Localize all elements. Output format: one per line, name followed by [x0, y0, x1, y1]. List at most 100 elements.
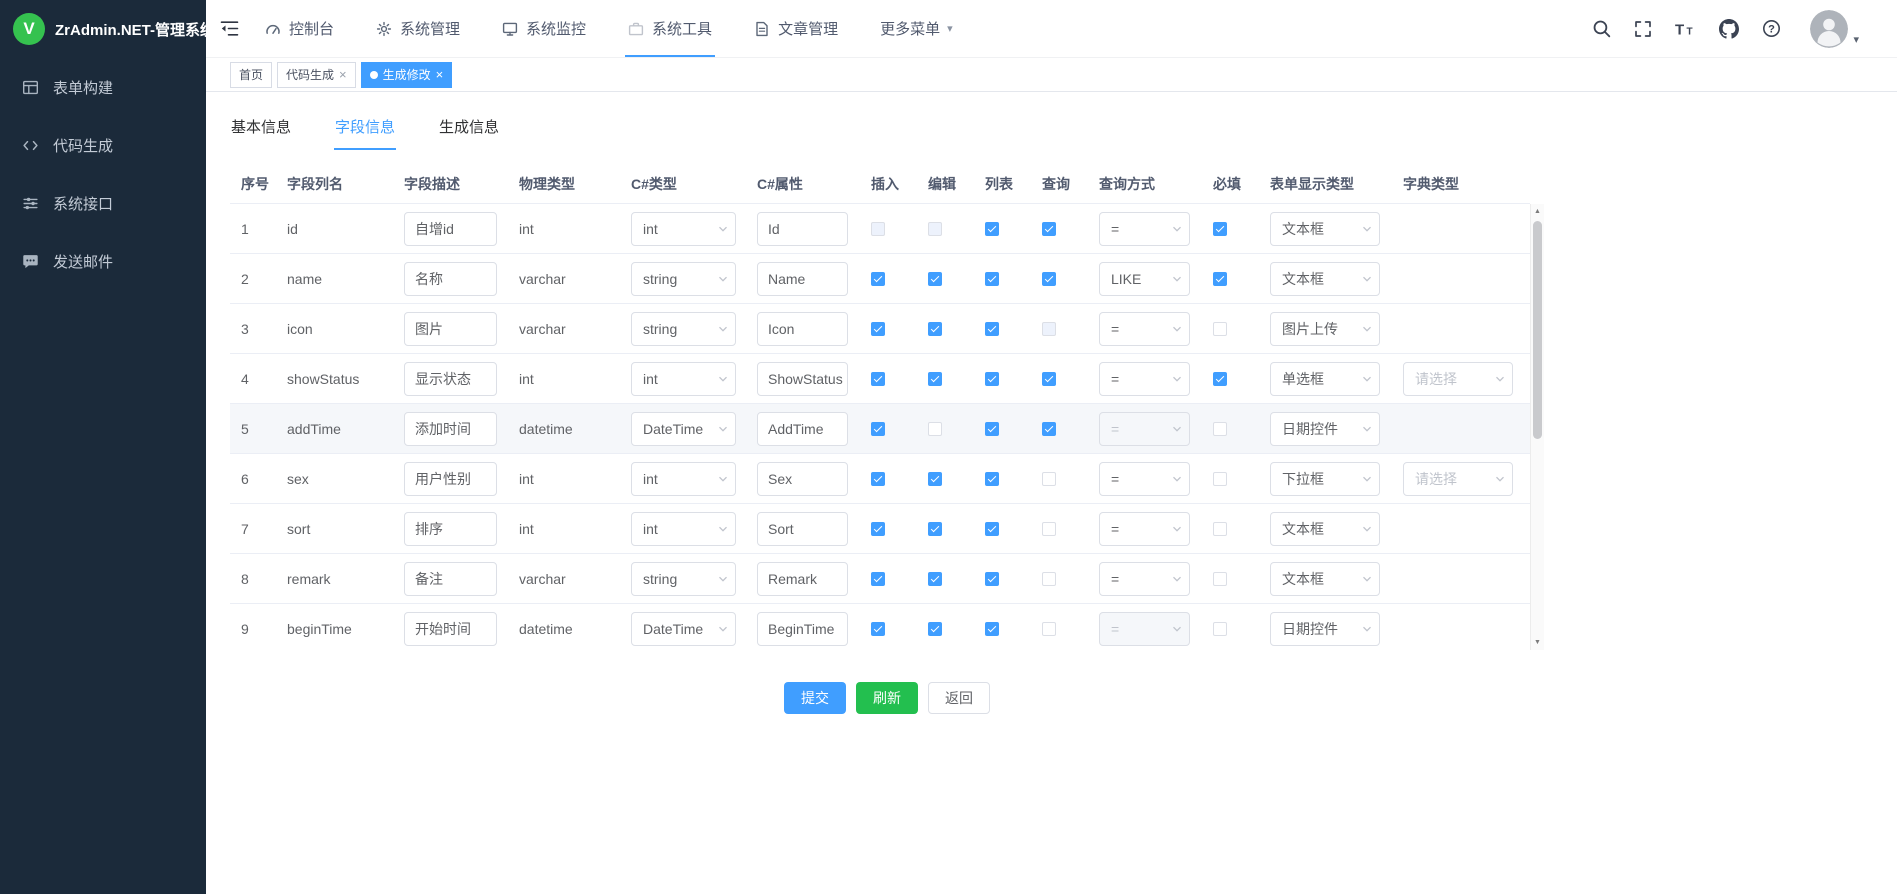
field-description-input[interactable]: 开始时间 — [404, 612, 497, 646]
tab-2[interactable]: 生成信息 — [438, 114, 500, 150]
required-checkbox[interactable] — [1213, 422, 1227, 436]
field-description-input[interactable]: 添加时间 — [404, 412, 497, 446]
back-button[interactable]: 返回 — [928, 682, 990, 714]
csharp-type-select[interactable]: int — [631, 362, 736, 396]
required-checkbox[interactable] — [1213, 372, 1227, 386]
help-icon[interactable]: ? — [1762, 19, 1781, 38]
csharp-property-input[interactable]: ShowStatus — [757, 362, 848, 396]
scroll-down-icon[interactable]: ▼ — [1531, 635, 1544, 650]
query-checkbox[interactable] — [1042, 572, 1056, 586]
query-method-select[interactable]: = — [1099, 462, 1190, 496]
insert-checkbox[interactable] — [871, 372, 885, 386]
required-checkbox[interactable] — [1213, 472, 1227, 486]
required-checkbox[interactable] — [1213, 522, 1227, 536]
csharp-property-input[interactable]: BeginTime — [757, 612, 848, 646]
query-method-select[interactable]: = — [1099, 312, 1190, 346]
query-checkbox[interactable] — [1042, 222, 1056, 236]
insert-checkbox[interactable] — [871, 322, 885, 336]
required-checkbox[interactable] — [1213, 622, 1227, 636]
csharp-property-input[interactable]: Sort — [757, 512, 848, 546]
field-description-input[interactable]: 排序 — [404, 512, 497, 546]
list-checkbox[interactable] — [985, 622, 999, 636]
query-checkbox[interactable] — [1042, 472, 1056, 486]
close-icon[interactable]: × — [339, 68, 347, 81]
topnav-item-0[interactable]: 控制台 — [265, 0, 334, 57]
tab-0[interactable]: 基本信息 — [230, 114, 292, 150]
sidebar-item-1[interactable]: 代码生成 — [0, 116, 206, 174]
user-menu[interactable]: ▾ — [1810, 10, 1859, 48]
display-type-select[interactable]: 文本框 — [1270, 562, 1380, 596]
insert-checkbox[interactable] — [871, 272, 885, 286]
search-icon[interactable] — [1592, 19, 1611, 38]
edit-checkbox[interactable] — [928, 522, 942, 536]
edit-checkbox[interactable] — [928, 372, 942, 386]
required-checkbox[interactable] — [1213, 272, 1227, 286]
edit-checkbox[interactable] — [928, 422, 942, 436]
fullscreen-icon[interactable] — [1634, 20, 1652, 38]
close-icon[interactable]: × — [436, 68, 444, 81]
csharp-type-select[interactable]: int — [631, 462, 736, 496]
csharp-type-select[interactable]: DateTime — [631, 412, 736, 446]
csharp-property-input[interactable]: Name — [757, 262, 848, 296]
topnav-item-4[interactable]: 文章管理 — [754, 0, 838, 57]
query-method-select[interactable]: LIKE — [1099, 262, 1190, 296]
display-type-select[interactable]: 文本框 — [1270, 212, 1380, 246]
topnav-item-2[interactable]: 系统监控 — [502, 0, 586, 57]
display-type-select[interactable]: 日期控件 — [1270, 412, 1380, 446]
display-type-select[interactable]: 单选框 — [1270, 362, 1380, 396]
refresh-button[interactable]: 刷新 — [856, 682, 918, 714]
query-method-select[interactable]: = — [1099, 562, 1190, 596]
csharp-property-input[interactable]: Sex — [757, 462, 848, 496]
list-checkbox[interactable] — [985, 272, 999, 286]
tag-2[interactable]: 生成修改× — [361, 62, 453, 88]
list-checkbox[interactable] — [985, 222, 999, 236]
query-method-select[interactable]: = — [1099, 512, 1190, 546]
required-checkbox[interactable] — [1213, 572, 1227, 586]
insert-checkbox[interactable] — [871, 472, 885, 486]
list-checkbox[interactable] — [985, 422, 999, 436]
list-checkbox[interactable] — [985, 472, 999, 486]
required-checkbox[interactable] — [1213, 322, 1227, 336]
query-checkbox[interactable] — [1042, 522, 1056, 536]
edit-checkbox[interactable] — [928, 472, 942, 486]
query-checkbox[interactable] — [1042, 272, 1056, 286]
query-checkbox[interactable] — [1042, 422, 1056, 436]
tag-1[interactable]: 代码生成× — [277, 62, 356, 88]
edit-checkbox[interactable] — [928, 572, 942, 586]
edit-checkbox[interactable] — [928, 622, 942, 636]
query-method-select[interactable]: = — [1099, 362, 1190, 396]
csharp-property-input[interactable]: Remark — [757, 562, 848, 596]
field-description-input[interactable]: 名称 — [404, 262, 497, 296]
required-checkbox[interactable] — [1213, 222, 1227, 236]
topnav-item-1[interactable]: 系统管理 — [376, 0, 460, 57]
csharp-type-select[interactable]: string — [631, 562, 736, 596]
insert-checkbox[interactable] — [871, 422, 885, 436]
field-description-input[interactable]: 图片 — [404, 312, 497, 346]
font-size-icon[interactable]: TT — [1675, 20, 1696, 38]
query-method-select[interactable]: = — [1099, 212, 1190, 246]
menu-fold-icon[interactable] — [220, 20, 239, 37]
display-type-select[interactable]: 日期控件 — [1270, 612, 1380, 646]
scrollbar-thumb[interactable] — [1533, 221, 1542, 439]
list-checkbox[interactable] — [985, 322, 999, 336]
insert-checkbox[interactable] — [871, 622, 885, 636]
edit-checkbox[interactable] — [928, 322, 942, 336]
display-type-select[interactable]: 图片上传 — [1270, 312, 1380, 346]
dict-type-select[interactable]: 请选择 — [1403, 462, 1513, 496]
tab-1[interactable]: 字段信息 — [334, 114, 396, 150]
csharp-property-input[interactable]: AddTime — [757, 412, 848, 446]
topnav-item-3[interactable]: 系统工具 — [628, 0, 712, 57]
display-type-select[interactable]: 文本框 — [1270, 262, 1380, 296]
field-description-input[interactable]: 自增id — [404, 212, 497, 246]
query-checkbox[interactable] — [1042, 372, 1056, 386]
submit-button[interactable]: 提交 — [784, 682, 846, 714]
field-description-input[interactable]: 备注 — [404, 562, 497, 596]
csharp-type-select[interactable]: int — [631, 512, 736, 546]
scroll-up-icon[interactable]: ▲ — [1531, 204, 1544, 219]
insert-checkbox[interactable] — [871, 522, 885, 536]
tag-0[interactable]: 首页 — [230, 62, 272, 88]
topnav-item-5[interactable]: 更多菜单▾ — [880, 0, 953, 57]
sidebar-item-3[interactable]: 发送邮件 — [0, 232, 206, 290]
dict-type-select[interactable]: 请选择 — [1403, 362, 1513, 396]
list-checkbox[interactable] — [985, 572, 999, 586]
